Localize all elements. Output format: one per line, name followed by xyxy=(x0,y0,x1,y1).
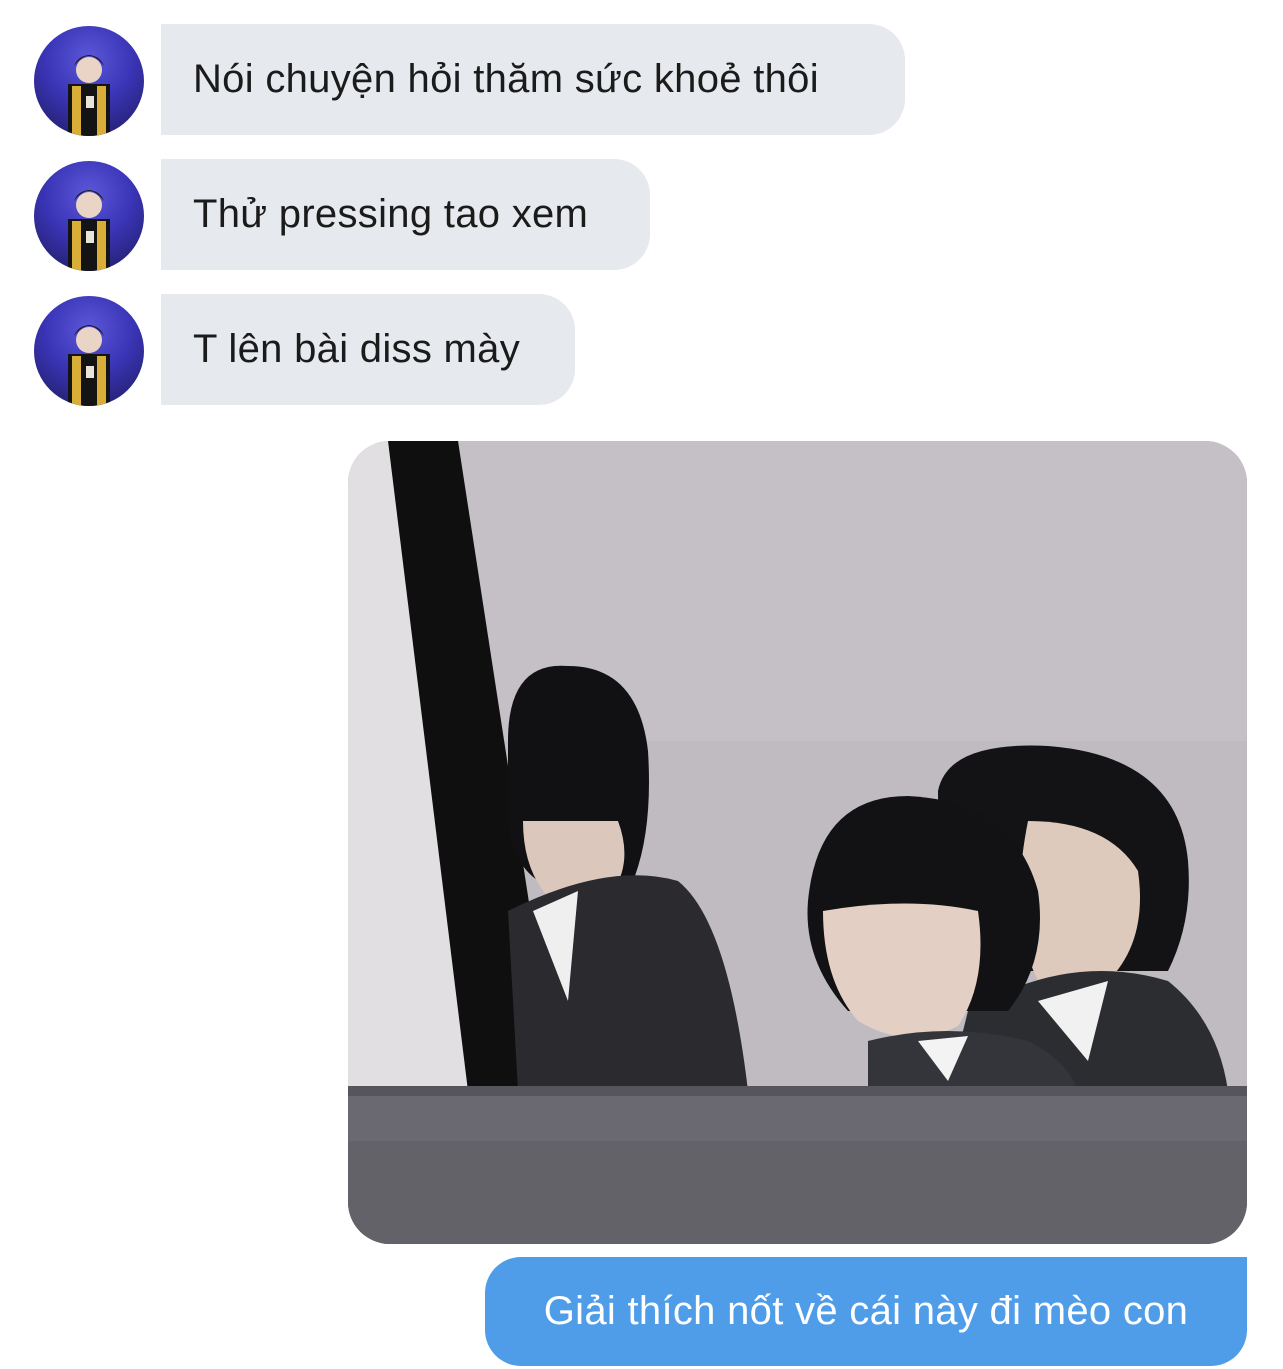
message-text: Thử pressing tao xem xyxy=(193,192,589,236)
photo-attachment[interactable] xyxy=(348,441,1247,1244)
photo-image xyxy=(348,441,1247,1244)
incoming-message-bubble[interactable]: Nói chuyện hỏi thăm sức khoẻ thôi xyxy=(161,24,905,135)
incoming-message-bubble[interactable]: T lên bài diss mày xyxy=(161,294,575,405)
incoming-message-bubble[interactable]: Thử pressing tao xem xyxy=(161,159,650,270)
message-text: Giải thích nốt về cái này đi mèo con xyxy=(543,1289,1189,1333)
sender-avatar[interactable] xyxy=(34,26,144,136)
sender-avatar[interactable] xyxy=(34,296,144,406)
sender-avatar[interactable] xyxy=(34,161,144,271)
message-text: T lên bài diss mày xyxy=(193,327,521,371)
outgoing-message-bubble[interactable]: Giải thích nốt về cái này đi mèo con xyxy=(485,1257,1247,1366)
message-text: Nói chuyện hỏi thăm sức khoẻ thôi xyxy=(193,57,819,101)
